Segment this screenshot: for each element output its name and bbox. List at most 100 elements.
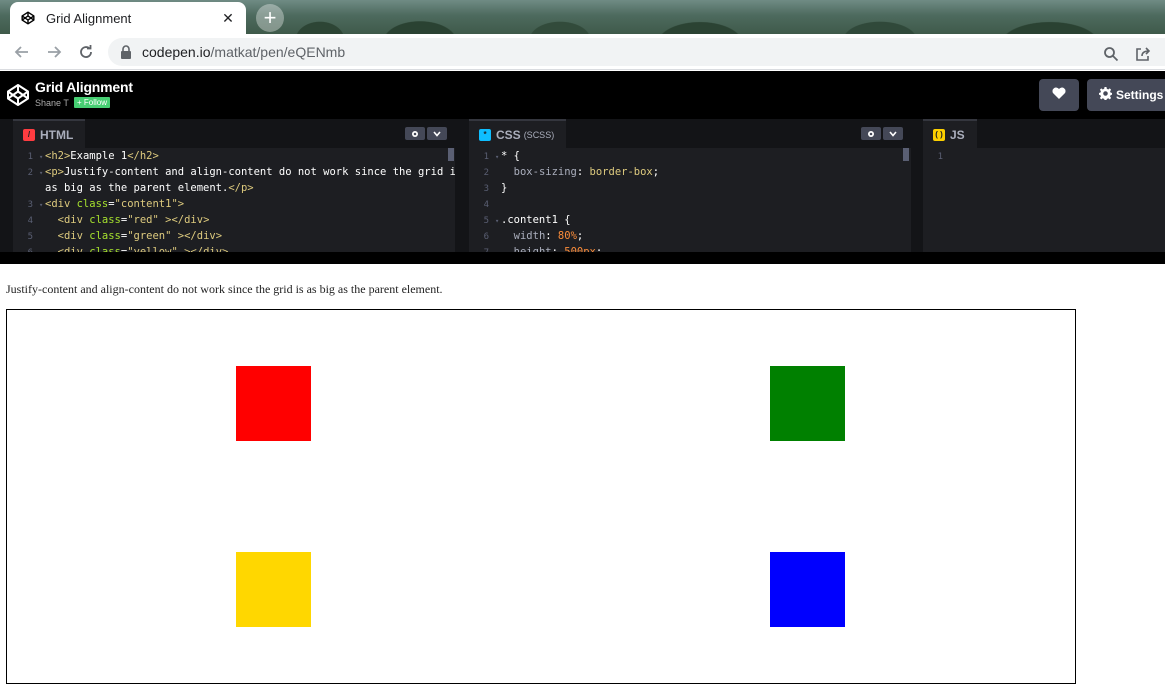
code-line[interactable]: 7 height: 500px;	[469, 244, 911, 252]
code-token: class	[89, 230, 121, 242]
code-token: .content1 {	[501, 214, 571, 226]
line-number: 1	[483, 152, 489, 162]
html-chevron-down-icon[interactable]	[427, 127, 447, 140]
code-line[interactable]: 5 ▾ .content1 {	[469, 212, 911, 228]
css-editor[interactable]: * CSS (SCSS) 1 ▾ * {2 box-sizing: border-b…	[469, 119, 911, 252]
tab-html[interactable]: / HTML	[13, 119, 86, 148]
code-token: ;	[652, 166, 660, 178]
grid-container	[6, 309, 1076, 684]
line-number: 5	[27, 232, 33, 242]
settings-button[interactable]: Settings	[1087, 79, 1165, 111]
code-line[interactable]: 3}	[469, 180, 911, 196]
share-icon[interactable]	[1133, 44, 1153, 64]
line-number: 1	[27, 152, 33, 162]
line-number: 7	[469, 245, 495, 252]
code-line[interactable]: 4 <div class="red" ></div>	[13, 212, 455, 228]
html-settings-gear-icon[interactable]	[405, 127, 425, 140]
settings-label: Settings	[1116, 88, 1164, 102]
code-token: "green"	[127, 230, 172, 242]
code-token: width	[513, 230, 546, 242]
js-tab-label: JS	[950, 127, 965, 142]
code-line[interactable]: 1 ▾ <h2>Example 1</h2>	[13, 148, 455, 164]
code-line[interactable]: 2 box-sizing: border-box;	[469, 164, 911, 180]
address-bar[interactable]: codepen.io/matkat/pen/eQENmb	[108, 38, 1165, 66]
html-badge-icon: /	[23, 128, 35, 141]
code-line[interactable]: 3 ▾ <div class="content1">	[13, 196, 455, 212]
code-token: <div	[45, 198, 77, 210]
code-token: ;	[576, 230, 584, 242]
code-token: Justify-content and align-content do not…	[63, 166, 455, 178]
tab-close-icon[interactable]: ✕	[220, 10, 236, 26]
code-token: :	[576, 166, 590, 178]
html-code-area[interactable]: 1 ▾ <h2>Example 1</h2> 2 ▾ <p>Justify-content…	[13, 148, 455, 252]
code-line[interactable]: 2 ▾ <p>Justify-content and align-content d…	[13, 164, 455, 180]
css-tab-sublabel: (SCSS)	[523, 129, 555, 140]
html-editor[interactable]: / HTML 1 ▾ <h2>Example 1</h2> 2 ▾ <p>Justify-…	[13, 119, 455, 252]
code-token: </p>	[228, 182, 254, 194]
css-settings-gear-icon[interactable]	[861, 127, 881, 140]
code-line[interactable]: 6 width: 80%;	[469, 228, 911, 244]
resize-divider[interactable]	[0, 252, 1165, 264]
css-code-area[interactable]: 1 ▾ * {2 box-sizing: border-box; 3} 4 5 ▾ .cont…	[469, 148, 911, 252]
line-number: 3	[27, 200, 33, 210]
css-badge-icon: *	[479, 128, 491, 141]
code-token: as big as the parent element.	[45, 182, 229, 194]
code-line[interactable]: 1 ▾ * {	[469, 148, 911, 164]
lock-icon[interactable]	[118, 44, 134, 60]
code-token: <div	[57, 230, 90, 242]
line-number: 1	[937, 152, 943, 162]
code-line[interactable]: 6 <div class="yellow" ></div>	[13, 244, 455, 252]
code-token: ></div>	[171, 230, 223, 242]
code-line[interactable]: 1	[923, 148, 1165, 164]
line-number: 6	[483, 232, 489, 242]
green-square	[770, 366, 845, 441]
new-tab-button[interactable]: +	[256, 4, 284, 32]
browser-tab-strip: Grid Alignment ✕ +	[0, 0, 1165, 34]
css-editor-header: * CSS (SCSS)	[469, 119, 911, 148]
gear-icon	[1099, 87, 1116, 103]
css-chevron-down-icon[interactable]	[883, 127, 903, 140]
heart-icon	[1052, 86, 1066, 104]
forward-arrow-icon[interactable]	[42, 40, 66, 64]
yellow-square	[236, 552, 311, 627]
love-button[interactable]	[1039, 79, 1079, 111]
back-arrow-icon[interactable]	[10, 40, 34, 64]
code-line[interactable]: 4	[469, 196, 911, 212]
code-token: class	[76, 198, 109, 210]
url-text: codepen.io/matkat/pen/eQENmb	[142, 44, 345, 60]
tab-css[interactable]: * CSS (SCSS)	[469, 119, 567, 148]
line-number: 2	[27, 168, 33, 178]
html-editor-header: / HTML	[13, 119, 455, 148]
browser-toolbar: codepen.io/matkat/pen/eQENmb	[0, 34, 1165, 70]
code-token: Example 1	[70, 150, 128, 162]
browser-tab[interactable]: Grid Alignment ✕	[10, 2, 246, 34]
code-token: :	[545, 230, 558, 242]
url-path: /matkat/pen/eQENmb	[210, 44, 346, 60]
line-number: 2	[483, 168, 489, 178]
zoom-icon[interactable]	[1101, 44, 1121, 64]
code-line[interactable]: 5 <div class="green" ></div>	[13, 228, 455, 244]
reload-icon[interactable]	[74, 40, 98, 64]
url-host: codepen.io	[142, 44, 211, 60]
follow-button[interactable]: + Follow	[74, 97, 111, 108]
code-token: border-box	[589, 166, 653, 178]
js-editor[interactable]: ( ) JS 1	[923, 119, 1165, 252]
code-token: box-sizing	[513, 166, 577, 178]
blue-square	[770, 552, 845, 627]
js-code-area[interactable]: 1	[923, 148, 1165, 252]
tab-js[interactable]: ( ) JS	[923, 119, 977, 148]
code-token: ></div>	[158, 214, 210, 226]
pen-title[interactable]: Grid Alignment	[35, 79, 133, 95]
code-line[interactable]: as big as the parent element.</p>	[13, 180, 455, 196]
line-number: 4	[483, 200, 489, 210]
js-badge-icon: ( )	[933, 128, 945, 141]
line-number: 4	[27, 216, 33, 226]
code-token: * {	[501, 150, 520, 162]
code-token: "red"	[127, 214, 159, 226]
pen-author[interactable]: Shane T	[35, 98, 69, 108]
css-scrollbar[interactable]	[903, 148, 909, 161]
codepen-logo-icon[interactable]	[6, 83, 30, 107]
html-scrollbar[interactable]	[448, 148, 454, 161]
